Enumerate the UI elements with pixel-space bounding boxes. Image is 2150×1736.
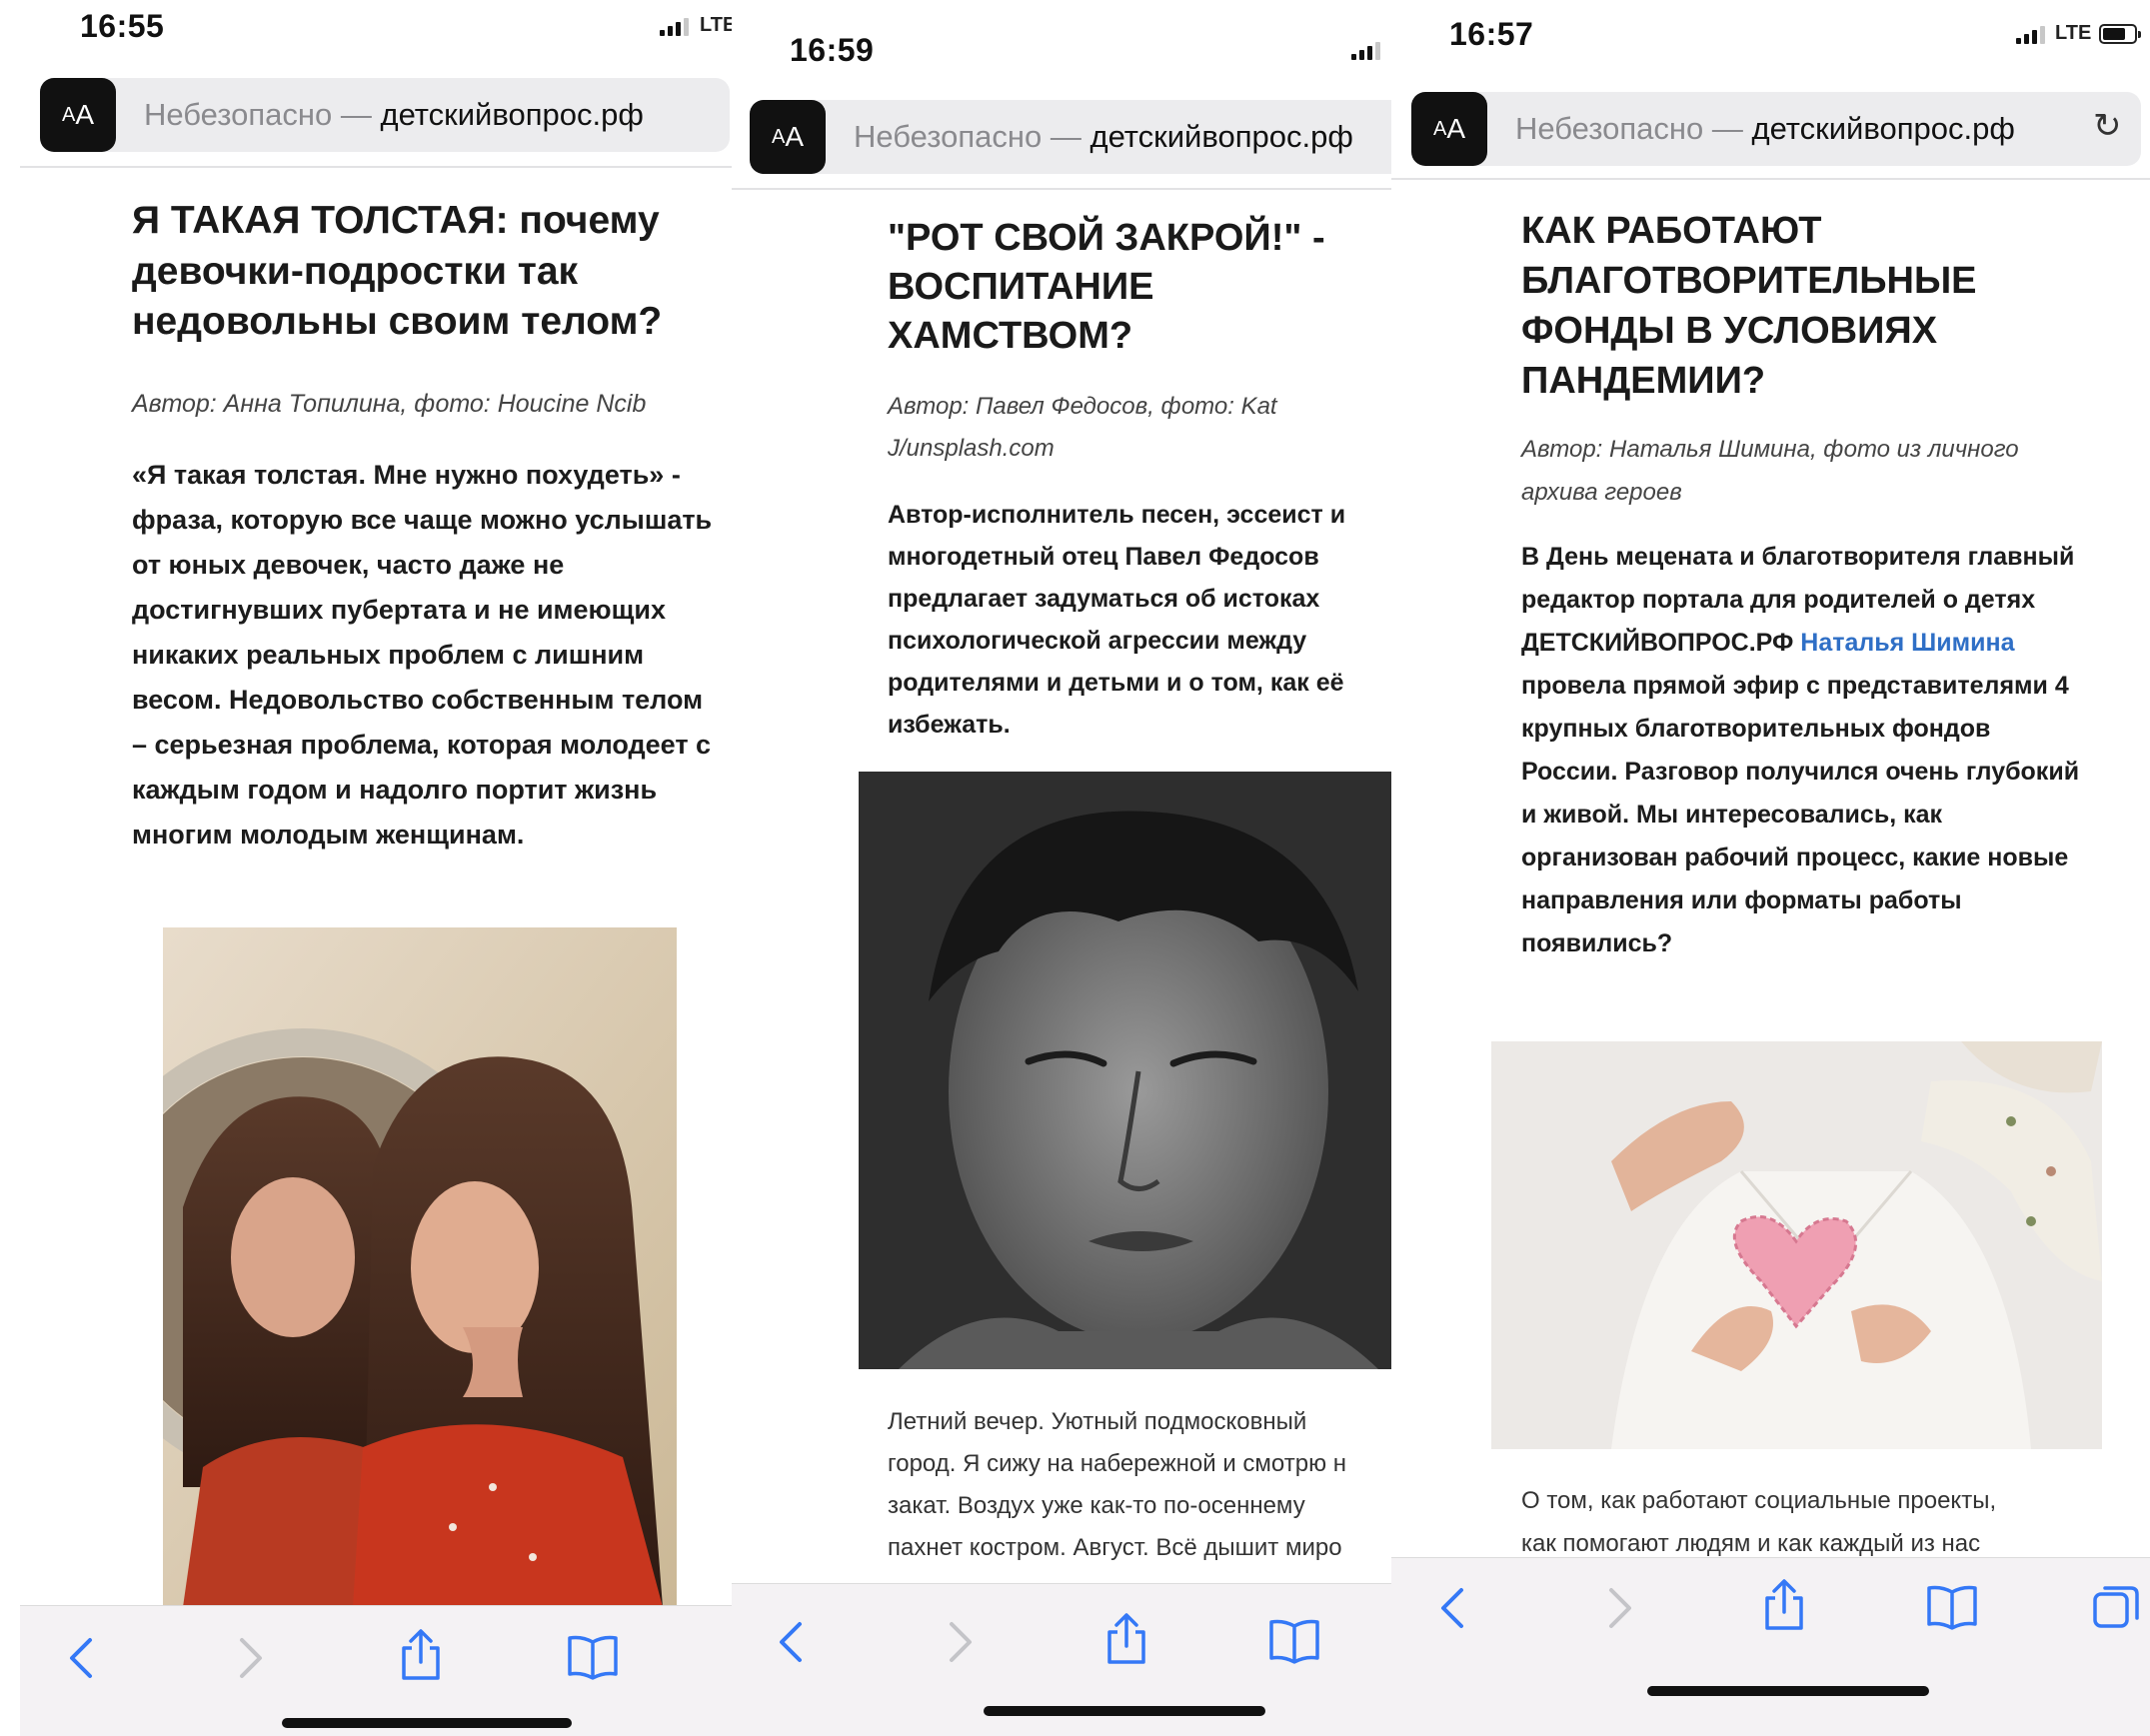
network-label: LTE xyxy=(700,14,732,36)
body-line: Летний вечер. Уютный подмосковный xyxy=(888,1408,1307,1435)
safari-toolbar xyxy=(20,1605,732,1736)
address-bar[interactable]: AA Небезопасно — детскийвопрос.рф xyxy=(750,100,1391,174)
status-clock: 16:59 xyxy=(790,32,875,68)
bookmarks-icon[interactable] xyxy=(1925,1584,1979,1630)
bookmarks-icon[interactable] xyxy=(1267,1618,1321,1664)
article-lead: Автор-исполнитель песен, эссеист и много… xyxy=(888,501,1346,739)
status-bar: 16:57 LTE xyxy=(1391,8,2150,78)
bookmarks-icon[interactable] xyxy=(566,1634,620,1680)
safari-toolbar xyxy=(1391,1557,2150,1736)
article-title: КАК РАБОТАЮТ БЛАГОТВОРИТЕЛЬНЫЕ ФОНДЫ В У… xyxy=(1521,210,1977,402)
status-bar: 16:55 LTE xyxy=(20,0,732,70)
boy-crying-photo xyxy=(859,772,1391,1369)
status-clock: 16:57 xyxy=(1449,16,1534,52)
body-line: О том, как работают социальные проекты, xyxy=(1521,1487,1997,1514)
header-divider xyxy=(20,166,732,168)
hands-heart-photo xyxy=(1491,1041,2102,1449)
home-indicator xyxy=(984,1706,1265,1716)
url-text[interactable]: Небезопасно — детскийвопрос.рф xyxy=(1515,111,2015,147)
forward-chevron-icon[interactable] xyxy=(1599,1586,1639,1630)
back-chevron-icon[interactable] xyxy=(1433,1586,1473,1630)
share-icon[interactable] xyxy=(398,1628,444,1682)
network-label: LTE xyxy=(2055,22,2092,44)
forward-chevron-icon[interactable] xyxy=(230,1636,270,1680)
reader-aa-button[interactable]: AA xyxy=(1411,92,1487,166)
body-line: город. Я сижу на набережной и смотрю н xyxy=(888,1450,1346,1477)
author-link[interactable]: Наталья Шимина xyxy=(1800,629,2014,657)
share-icon[interactable] xyxy=(1103,1612,1149,1666)
article-photo xyxy=(859,772,1391,1369)
tabs-icon[interactable] xyxy=(2091,1584,2141,1632)
address-bar[interactable]: AA Небезопасно — детскийвопрос.рф xyxy=(40,78,730,152)
girls-mirror-photo xyxy=(163,927,677,1607)
article-body: О том, как работают социальные проекты, … xyxy=(1521,1479,1996,1565)
url-insecure-label: Небезопасно — xyxy=(854,119,1081,154)
url-domain: детскийвопрос.рф xyxy=(1089,119,1353,154)
safari-toolbar xyxy=(732,1583,1391,1736)
signal-icon xyxy=(660,18,689,36)
url-insecure-label: Небезопасно — xyxy=(1515,111,1743,146)
back-chevron-icon[interactable] xyxy=(62,1636,102,1680)
url-text[interactable]: Небезопасно — детскийвопрос.рф xyxy=(144,97,644,133)
body-line: пахнет костром. Август. Всё дышит миро xyxy=(888,1534,1342,1561)
body-line: закат. Воздух уже как-то по-осеннему xyxy=(888,1492,1305,1519)
article-byline: Автор: Павел Федосов, фото: Kat J/unspla… xyxy=(888,393,1277,462)
header-divider xyxy=(1391,178,2150,180)
article-title: "РОТ СВОЙ ЗАКРОЙ!" - ВОСПИТАНИЕ ХАМСТВОМ… xyxy=(888,217,1325,357)
article-photo xyxy=(1491,1041,2102,1449)
status-bar: 16:59 xyxy=(732,24,1391,94)
lead-text-end: провела прямой эфир с представителями 4 … xyxy=(1521,672,2080,957)
url-domain: детскийвопрос.рф xyxy=(1751,111,2015,146)
url-insecure-label: Небезопасно — xyxy=(144,97,372,132)
url-domain: детскийвопрос.рф xyxy=(380,97,644,132)
battery-icon xyxy=(2099,24,2141,44)
header-divider xyxy=(732,188,1391,190)
status-clock: 16:55 xyxy=(80,8,165,44)
address-bar[interactable]: AA Небезопасно — детскийвопрос.рф ↻ xyxy=(1411,92,2141,166)
article-body: Летний вечер. Уютный подмосковный город.… xyxy=(888,1401,1346,1611)
article-lead: «Я такая толстая. Мне нужно похудеть» - … xyxy=(132,460,713,850)
screen-2: 16:59 AA Небезопасно — детскийвопрос.рф … xyxy=(732,24,1391,1736)
reader-aa-button[interactable]: AA xyxy=(750,100,826,174)
url-text[interactable]: Небезопасно — детскийвопрос.рф xyxy=(854,119,1353,155)
signal-icon xyxy=(2016,26,2045,44)
article-byline: Автор: Наталья Шимина, фото из личного а… xyxy=(1521,436,2019,506)
share-icon[interactable] xyxy=(1761,1578,1807,1632)
home-indicator xyxy=(282,1718,572,1728)
signal-icon xyxy=(1351,42,1380,60)
screen-1: 16:55 LTE AA Небезопасно — детскийвопрос… xyxy=(20,0,732,1736)
reload-icon[interactable]: ↻ xyxy=(2093,106,2122,146)
article-photo xyxy=(163,927,677,1607)
article-lead: В День мецената и благотворителя главный… xyxy=(1521,536,2091,965)
screen-3: 16:57 LTE AA Небезопасно — детскийвопрос… xyxy=(1391,8,2150,1736)
article-title: Я ТАКАЯ ТОЛСТАЯ: почему девочки-подростк… xyxy=(132,199,663,344)
home-indicator xyxy=(1647,1686,1929,1696)
back-chevron-icon[interactable] xyxy=(772,1620,812,1664)
forward-chevron-icon[interactable] xyxy=(940,1620,980,1664)
reader-aa-button[interactable]: AA xyxy=(40,78,116,152)
article-byline: Автор: Анна Топилина, фото: Houcine Ncib xyxy=(132,390,647,418)
